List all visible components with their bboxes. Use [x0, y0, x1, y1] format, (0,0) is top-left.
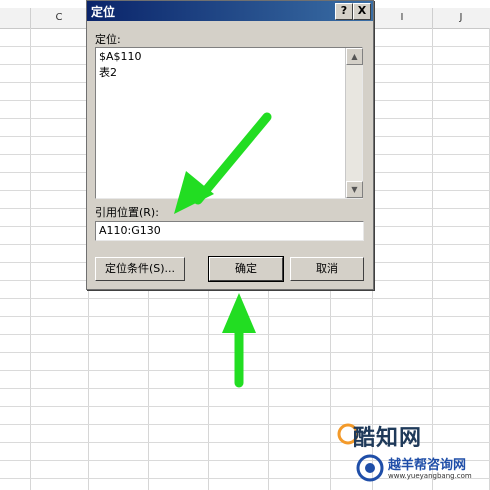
scroll-up-arrow-icon[interactable]: ▲ — [346, 48, 363, 65]
dialog-title: 定位 — [91, 5, 116, 19]
help-button[interactable]: ? — [335, 3, 353, 20]
watermark-logo: 酷知网 越羊帮咨询网 www.yueyangbang.com — [318, 412, 490, 490]
goto-listbox[interactable]: $A$110 表2 ▲ ▼ — [95, 47, 363, 199]
goto-dialog: 定位 ? X 定位: $A$110 表2 ▲ ▼ 引用位置(R): A110:G… — [86, 0, 374, 290]
list-item[interactable]: $A$110 — [99, 50, 142, 63]
scroll-down-arrow-icon[interactable]: ▼ — [346, 181, 363, 198]
watermark-url: www.yueyangbang.com — [388, 472, 472, 480]
row-header-corner — [0, 8, 31, 28]
list-item[interactable]: 表2 — [99, 64, 117, 80]
column-header-j[interactable]: J — [432, 8, 490, 28]
grid-line — [0, 334, 490, 335]
goto-special-button[interactable]: 定位条件(S)... — [95, 257, 185, 281]
grid-line — [0, 406, 490, 407]
reference-input[interactable]: A110:G130 — [95, 221, 364, 241]
grid-line — [0, 316, 490, 317]
column-header-c[interactable]: C — [30, 8, 89, 28]
watermark-brand: 酷知网 — [353, 426, 423, 451]
column-header-i[interactable]: I — [372, 8, 433, 28]
grid-line — [0, 388, 490, 389]
watermark-sub: 越羊帮咨询网 — [388, 458, 467, 473]
grid-line — [30, 28, 31, 490]
goto-label: 定位: — [95, 33, 121, 46]
listbox-scrollbar[interactable]: ▲ ▼ — [345, 48, 363, 198]
grid-line — [0, 370, 490, 371]
cancel-button[interactable]: 取消 — [290, 257, 364, 281]
dialog-titlebar[interactable]: 定位 ? X — [87, 1, 373, 21]
ok-button[interactable]: 确定 — [208, 256, 284, 282]
close-button[interactable]: X — [353, 3, 371, 20]
reference-label: 引用位置(R): — [95, 206, 159, 219]
grid-line — [0, 352, 490, 353]
grid-line — [0, 298, 490, 299]
